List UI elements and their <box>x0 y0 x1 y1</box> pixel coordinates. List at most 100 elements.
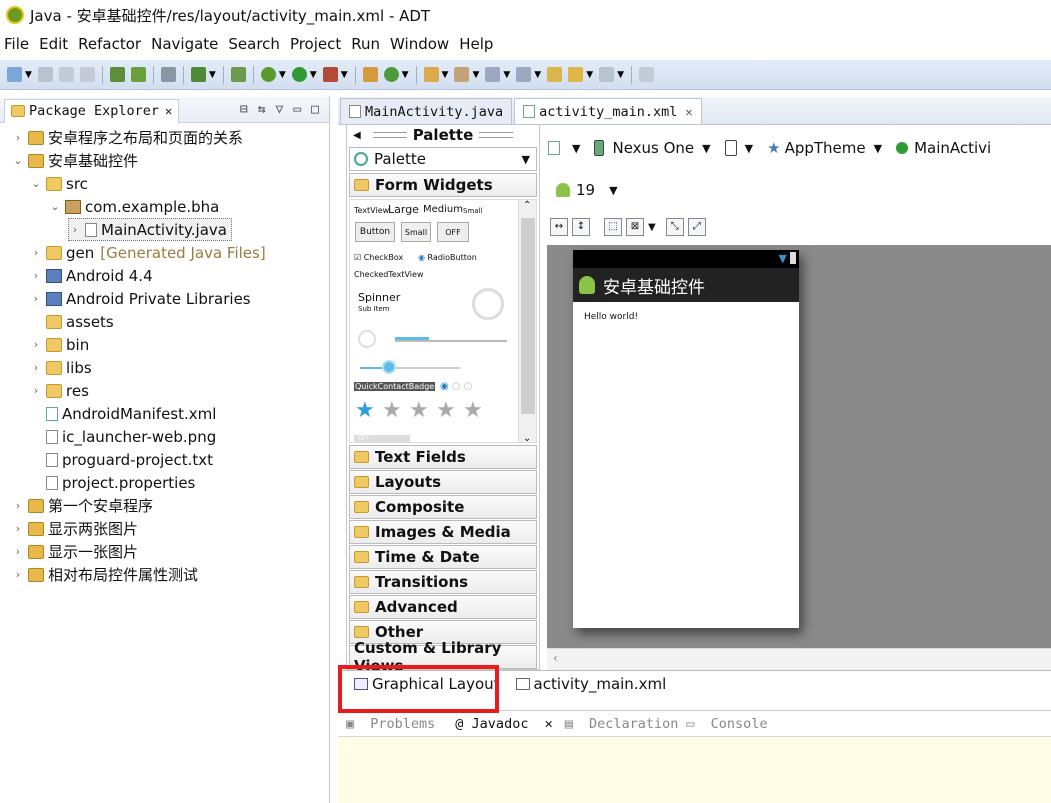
show-margins-icon[interactable]: ⬚ <box>604 218 622 236</box>
next-annotation-icon[interactable] <box>485 67 501 82</box>
previous-annotation-icon[interactable] <box>516 67 532 82</box>
chevron-down-icon[interactable]: ▼ <box>745 142 753 155</box>
annotation-dropdown-icon[interactable]: ▼ <box>503 70 510 80</box>
tree-library[interactable]: › Android Private Libraries <box>30 287 251 310</box>
tree-project[interactable]: › 相对布局控件属性测试 <box>12 563 198 586</box>
menu-refactor[interactable]: Refactor <box>74 35 145 53</box>
collapse-arrow-icon[interactable]: ⌄ <box>49 200 61 213</box>
debug-dropdown-icon[interactable]: ▼ <box>279 70 286 80</box>
widget-small-button[interactable]: Small <box>401 222 431 242</box>
tree-folder[interactable]: assets <box>30 310 114 333</box>
menu-window[interactable]: Window <box>386 35 453 53</box>
tree-project[interactable]: ⌄ 安卓基础控件 <box>12 149 138 172</box>
widget-checkbox[interactable]: ☑ CheckBox <box>354 253 403 262</box>
search-dropdown-icon[interactable]: ▼ <box>472 70 479 80</box>
palette-category[interactable]: Transitions <box>349 570 537 594</box>
tab-activity-main-xml-source[interactable]: activity_main.xml <box>512 672 671 696</box>
open-type-dropdown-icon[interactable]: ▼ <box>442 70 449 80</box>
package-explorer-tab[interactable]: Package Explorer ✕ <box>4 98 180 123</box>
api-level-chooser[interactable]: 19 ▼ <box>556 178 618 202</box>
run-dropdown-icon[interactable]: ▼ <box>310 70 317 80</box>
widget-small-text[interactable]: Small <box>463 207 482 215</box>
toggle-fill-width-icon[interactable]: ↔ <box>550 218 568 236</box>
widget-progress-large[interactable] <box>472 288 504 320</box>
palette-category[interactable]: Time & Date <box>349 545 537 569</box>
expand-arrow-icon[interactable]: › <box>30 384 42 397</box>
tab-problems[interactable]: ▣ Problems <box>346 716 435 732</box>
tab-javadoc[interactable]: @ Javadoc ✕ <box>447 716 552 732</box>
scroll-up-icon[interactable]: ⌃ <box>523 200 531 211</box>
widget-quickcontactbadge[interactable]: QuickContactBadge <box>354 382 436 391</box>
expand-arrow-icon[interactable]: › <box>12 522 24 535</box>
widget-large-text[interactable]: Large <box>388 203 419 216</box>
tree-library[interactable]: › Android 4.4 <box>30 264 153 287</box>
chevron-down-icon[interactable]: ▼ <box>522 153 530 166</box>
tree-package[interactable]: ⌄ com.example.bha <box>49 195 219 218</box>
chevron-down-icon[interactable]: ▼ <box>702 142 710 155</box>
lint-dropdown-icon[interactable]: ▼ <box>209 70 216 80</box>
device-preview[interactable]: ▼ 安卓基础控件 Hello world! <box>573 250 799 628</box>
expand-arrow-icon[interactable]: › <box>12 499 24 512</box>
menu-help[interactable]: Help <box>455 35 497 53</box>
tab-declaration[interactable]: ▤ Declaration <box>565 716 679 732</box>
collapse-all-icon[interactable]: ⊟ <box>240 102 248 117</box>
new-java-class-icon[interactable] <box>383 67 399 82</box>
collapse-arrow-icon[interactable]: ⌄ <box>12 154 24 167</box>
back-dropdown-icon[interactable]: ▼ <box>586 70 593 80</box>
expand-arrow-icon[interactable]: › <box>30 269 42 282</box>
hello-textview[interactable]: Hello world! <box>573 302 799 332</box>
scroll-left-icon[interactable]: ‹ <box>553 651 558 665</box>
tree-file[interactable]: project.properties <box>30 471 195 494</box>
external-tools-icon[interactable] <box>322 67 338 82</box>
expand-arrow-icon[interactable]: › <box>12 568 24 581</box>
palette-category[interactable]: Images & Media <box>349 520 537 544</box>
theme-chooser[interactable]: ★ AppTheme ▼ <box>767 139 882 157</box>
minimize-icon[interactable]: ▭ <box>293 102 301 117</box>
expand-arrow-icon[interactable]: › <box>30 361 42 374</box>
tree-folder[interactable]: › bin <box>30 333 89 356</box>
expand-arrow-icon[interactable]: › <box>30 338 42 351</box>
tab-mainactivity-java[interactable]: MainActivity.java <box>340 98 513 124</box>
back-icon[interactable] <box>568 67 584 82</box>
scroll-down-icon[interactable]: ⌄ <box>523 433 531 442</box>
external-tools-dropdown-icon[interactable]: ▼ <box>341 70 348 80</box>
print-icon[interactable] <box>79 67 95 82</box>
tree-file[interactable]: AndroidManifest.xml <box>30 402 216 425</box>
collapse-palette-icon[interactable]: ◀ <box>353 130 361 141</box>
tree-folder[interactable]: › res <box>30 379 89 402</box>
widget-progress-small[interactable] <box>358 330 376 348</box>
chevron-down-icon[interactable]: ▼ <box>648 222 656 233</box>
expand-arrow-icon[interactable]: › <box>30 246 42 259</box>
tree-file-selected[interactable]: › MainActivity.java <box>68 218 232 241</box>
tab-console[interactable]: ▭ Console <box>686 716 767 732</box>
scrollbar-thumb[interactable] <box>521 218 535 414</box>
new-icon[interactable] <box>7 67 22 82</box>
new-dropdown-icon[interactable]: ▼ <box>25 70 32 80</box>
menu-run[interactable]: Run <box>347 35 384 53</box>
widget-radiobutton[interactable]: ◉ RadioButton <box>418 253 477 262</box>
widget-medium-text[interactable]: Medium <box>423 204 463 215</box>
palette-category-form-widgets[interactable]: Form Widgets <box>349 173 537 197</box>
zoom-to-fit-icon[interactable]: ⤢ <box>687 218 706 236</box>
forward-dropdown-icon[interactable]: ▼ <box>617 70 624 80</box>
new-android-project-icon[interactable] <box>230 67 246 82</box>
widget-checkedtextview[interactable]: CheckedTextView <box>354 270 424 279</box>
tree-folder[interactable]: › libs <box>30 356 92 379</box>
tree-project[interactable]: › 显示一张图片 <box>12 540 138 563</box>
close-icon[interactable]: ✕ <box>545 716 553 732</box>
save-all-icon[interactable] <box>58 67 74 82</box>
search-icon[interactable] <box>454 67 470 82</box>
expand-arrow-icon[interactable]: › <box>12 545 24 558</box>
close-icon[interactable]: ✕ <box>685 105 692 119</box>
avd-manager-icon[interactable] <box>130 67 146 82</box>
menu-navigate[interactable]: Navigate <box>147 35 222 53</box>
palette-category[interactable]: Layouts <box>349 470 537 494</box>
widget-progressbar-horizontal[interactable] <box>395 340 507 342</box>
chevron-down-icon[interactable]: ▼ <box>572 142 580 155</box>
view-menu-icon[interactable]: ▽ <box>276 102 284 117</box>
config-chooser[interactable]: ▼ <box>548 141 580 155</box>
open-type-icon[interactable] <box>423 67 439 82</box>
collapse-arrow-icon[interactable]: ⌄ <box>30 177 42 190</box>
tree-project[interactable]: › 显示两张图片 <box>12 517 138 540</box>
new-class-dropdown-icon[interactable]: ▼ <box>402 70 409 80</box>
